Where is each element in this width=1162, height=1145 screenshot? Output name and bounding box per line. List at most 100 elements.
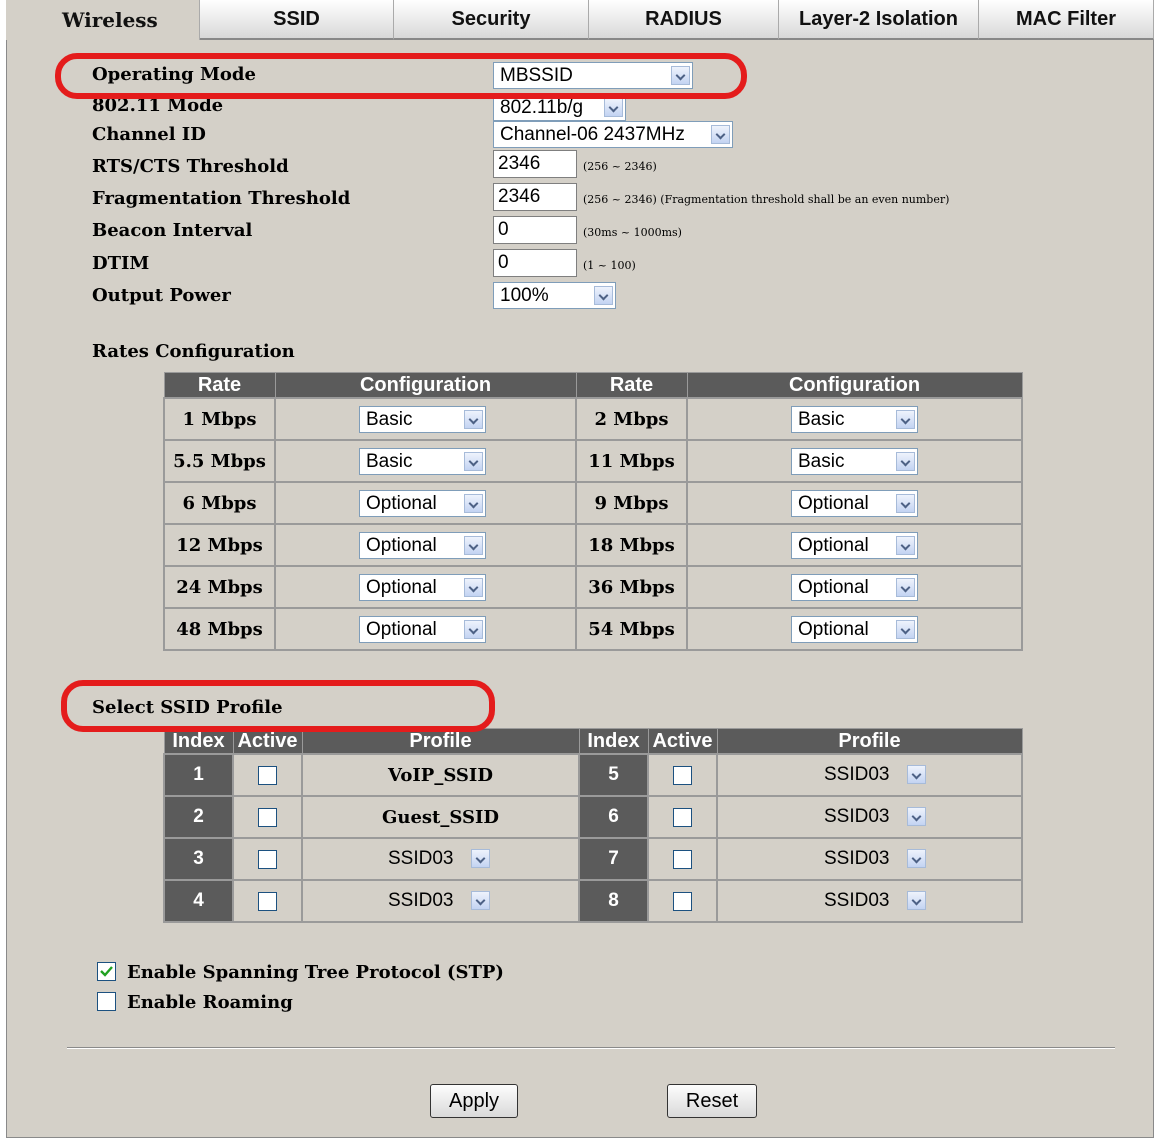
rate-config-value: Basic	[366, 451, 413, 472]
active-header: Active	[232, 728, 303, 755]
output-power-select[interactable]: 100%	[493, 282, 616, 309]
table-row: 1 VoIP_SSID 5 SSID03	[163, 753, 1023, 797]
rate-config-value: Basic	[798, 409, 845, 430]
checkmark-icon	[100, 966, 113, 977]
table-row: 48 Mbps Optional 54 Mbps Optional	[163, 607, 1023, 651]
dtim-input[interactable]: 0	[493, 249, 577, 277]
chevron-down-icon	[464, 410, 483, 429]
chevron-down-icon	[907, 849, 926, 868]
output-power-value: 100%	[500, 285, 549, 306]
fragmentation-label: Fragmentation Threshold	[92, 188, 351, 209]
tab-layer2-isolation[interactable]: Layer-2 Isolation	[779, 0, 979, 40]
profile-select[interactable]: SSID03	[382, 888, 492, 915]
rate-config-select[interactable]: Optional	[791, 574, 918, 601]
tab-wireless[interactable]: Wireless	[6, 0, 200, 40]
config-cell: Basic	[274, 439, 577, 483]
output-power-label: Output Power	[92, 285, 231, 306]
rates-configuration-title: Rates Configuration	[92, 341, 295, 362]
rate-config-select[interactable]: Basic	[359, 448, 486, 475]
apply-button[interactable]: Apply	[430, 1084, 518, 1118]
rate-cell: 9 Mbps	[575, 481, 688, 525]
configuration-header: Configuration	[274, 372, 577, 399]
profile-value: SSID03	[824, 764, 890, 785]
index-cell: 2	[163, 795, 234, 839]
rate-config-select[interactable]: Optional	[791, 490, 918, 517]
index-cell: 3	[163, 837, 234, 881]
active-checkbox[interactable]	[673, 850, 692, 869]
active-cell	[232, 879, 303, 923]
active-header: Active	[647, 728, 718, 755]
ssid-profile-highlight	[61, 680, 495, 732]
active-cell	[232, 837, 303, 881]
rate-config-select[interactable]: Optional	[359, 490, 486, 517]
active-cell	[647, 879, 718, 923]
rate-config-select[interactable]: Basic	[791, 448, 918, 475]
chevron-down-icon	[711, 125, 730, 144]
reset-button[interactable]: Reset	[667, 1084, 757, 1118]
config-cell: Optional	[274, 565, 577, 609]
rate-config-value: Optional	[798, 535, 869, 556]
profile-cell: SSID03	[301, 879, 580, 923]
config-cell: Optional	[686, 607, 1023, 651]
profile-cell: SSID03	[301, 837, 580, 881]
active-checkbox[interactable]	[258, 892, 277, 911]
config-cell: Optional	[686, 565, 1023, 609]
rate-config-select[interactable]: Basic	[791, 406, 918, 433]
index-cell: 1	[163, 753, 234, 797]
chevron-down-icon	[896, 494, 915, 513]
rate-config-select[interactable]: Optional	[359, 574, 486, 601]
config-cell: Basic	[274, 397, 577, 441]
profile-cell: Guest_SSID	[301, 795, 580, 839]
rate-cell: 6 Mbps	[163, 481, 276, 525]
chevron-down-icon	[896, 452, 915, 471]
chevron-down-icon	[896, 620, 915, 639]
active-checkbox[interactable]	[258, 850, 277, 869]
rate-config-select[interactable]: Basic	[359, 406, 486, 433]
table-row: 24 Mbps Optional 36 Mbps Optional	[163, 565, 1023, 609]
profile-select[interactable]: SSID03	[818, 762, 928, 789]
rate-cell: 48 Mbps	[163, 607, 276, 651]
profile-select[interactable]: SSID03	[818, 804, 928, 831]
active-checkbox[interactable]	[258, 766, 277, 785]
divider	[67, 1047, 1115, 1049]
beacon-interval-input[interactable]: 0	[493, 216, 577, 244]
active-checkbox[interactable]	[673, 808, 692, 827]
tab-ssid[interactable]: SSID	[200, 0, 394, 40]
rate-config-select[interactable]: Optional	[791, 616, 918, 643]
rts-cts-hint: (256 ~ 2346)	[583, 160, 657, 173]
channel-id-select[interactable]: Channel-06 2437MHz	[493, 121, 733, 148]
table-row: 4 SSID03 8 SSID03	[163, 879, 1023, 923]
stp-checkbox[interactable]	[97, 962, 116, 981]
active-cell	[647, 795, 718, 839]
profile-select[interactable]: SSID03	[818, 888, 928, 915]
mode-80211-value: 802.11b/g	[500, 97, 584, 118]
active-cell	[232, 795, 303, 839]
tab-radius[interactable]: RADIUS	[589, 0, 779, 40]
active-checkbox[interactable]	[673, 766, 692, 785]
rate-config-select[interactable]: Optional	[359, 616, 486, 643]
rts-cts-label: RTS/CTS Threshold	[92, 156, 289, 177]
index-cell: 4	[163, 879, 234, 923]
profile-select[interactable]: SSID03	[818, 846, 928, 873]
channel-id-label: Channel ID	[92, 124, 206, 145]
active-checkbox[interactable]	[673, 892, 692, 911]
profile-select[interactable]: SSID03	[382, 846, 492, 873]
table-row: 6 Mbps Optional 9 Mbps Optional	[163, 481, 1023, 525]
tab-security[interactable]: Security	[394, 0, 589, 40]
chevron-down-icon	[896, 410, 915, 429]
table-row: 2 Guest_SSID 6 SSID03	[163, 795, 1023, 839]
rate-header: Rate	[163, 372, 276, 399]
rate-cell: 11 Mbps	[575, 439, 688, 483]
tab-mac-filter[interactable]: MAC Filter	[979, 0, 1154, 40]
rate-cell: 12 Mbps	[163, 523, 276, 567]
rate-config-select[interactable]: Optional	[359, 532, 486, 559]
active-checkbox[interactable]	[258, 808, 277, 827]
rate-config-select[interactable]: Optional	[791, 532, 918, 559]
rate-cell: 24 Mbps	[163, 565, 276, 609]
chevron-down-icon	[464, 578, 483, 597]
roaming-checkbox[interactable]	[97, 992, 116, 1011]
profile-header: Profile	[301, 728, 580, 755]
rate-config-value: Optional	[798, 619, 869, 640]
fragmentation-input[interactable]: 2346	[493, 183, 577, 211]
rts-cts-input[interactable]: 2346	[493, 150, 577, 178]
